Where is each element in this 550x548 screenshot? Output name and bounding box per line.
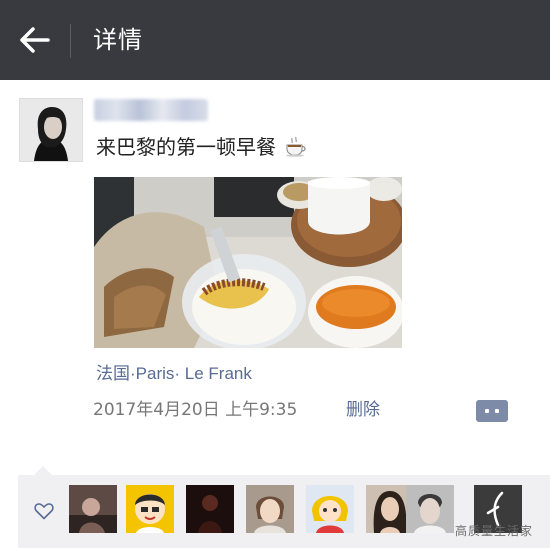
post-text-content: 来巴黎的第一顿早餐 (96, 135, 276, 159)
liker-avatar-5[interactable] (306, 485, 354, 533)
post-photo[interactable] (94, 177, 402, 348)
liker-avatar-4[interactable] (246, 485, 294, 533)
poster-name-blurred (94, 99, 208, 121)
header-divider (70, 24, 71, 58)
watermark-text: 高质量生活家 (455, 524, 534, 538)
liker-avatar-3[interactable] (186, 485, 234, 533)
liker-avatar-7[interactable] (406, 485, 454, 533)
back-arrow-icon[interactable] (18, 22, 58, 58)
liker-avatar-2[interactable] (126, 485, 174, 533)
coffee-cup-icon (286, 136, 306, 157)
page-title: 详情 (93, 26, 143, 54)
comment-more-icon[interactable] (476, 400, 508, 422)
heart-icon (34, 503, 54, 520)
delete-button[interactable]: 删除 (346, 398, 380, 422)
top-bar: 详情 (0, 0, 550, 80)
likes-panel-arrow (34, 466, 52, 475)
poster-avatar[interactable] (19, 98, 83, 162)
location-link[interactable]: 法国·Paris· Le Frank (96, 362, 252, 386)
post-text: 来巴黎的第一顿早餐 (96, 133, 308, 161)
liker-avatar-1[interactable] (69, 485, 117, 533)
post-timestamp: 2017年4月20日 上午9:35 (93, 400, 298, 420)
